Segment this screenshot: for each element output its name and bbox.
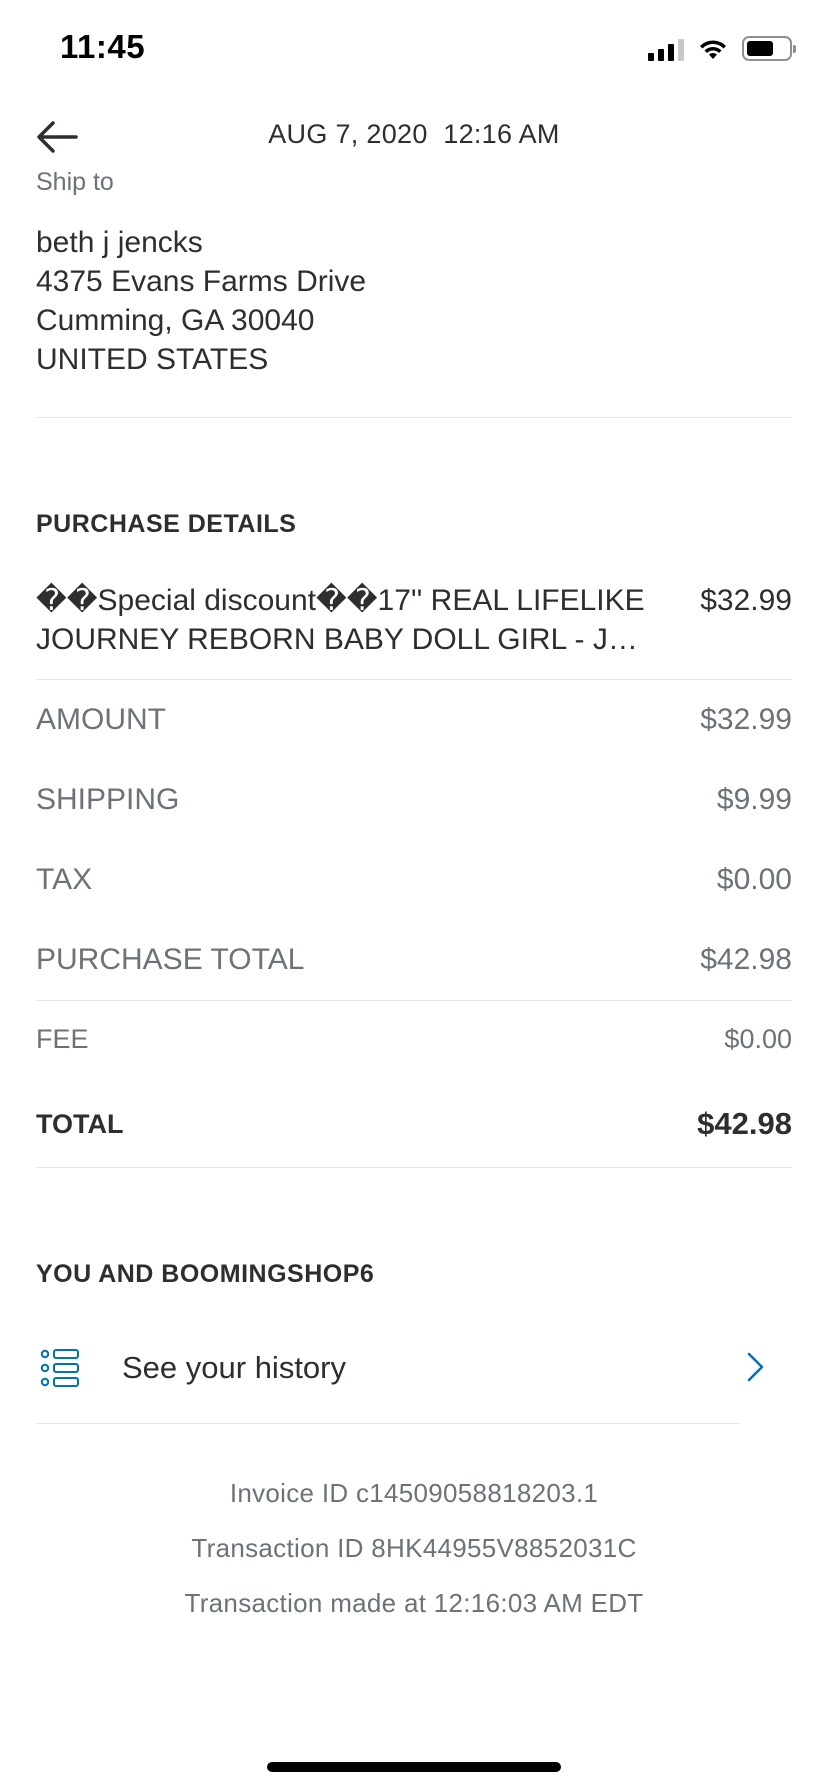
total-label: TOTAL xyxy=(36,1108,124,1139)
item-description-line1: ��Special discount��17'' REAL LIFELIKE xyxy=(36,584,645,617)
divider xyxy=(36,1167,792,1168)
tax-row: TAX $0.00 xyxy=(36,840,792,920)
transaction-date: AUG 7, 2020 12:16 AM xyxy=(268,119,560,149)
purchase-total-label: PURCHASE TOTAL xyxy=(36,943,305,976)
tax-value: $0.00 xyxy=(716,863,792,896)
item-description: ��Special discount��17'' REAL LIFELIKE J… xyxy=(36,581,656,659)
home-indicator[interactable] xyxy=(267,1762,561,1772)
amount-row: AMOUNT $32.99 xyxy=(36,680,792,760)
see-history-label: See your history xyxy=(122,1350,346,1385)
fee-label: FEE xyxy=(36,1023,89,1054)
total-row: TOTAL $42.98 xyxy=(36,1077,792,1171)
wifi-icon xyxy=(700,39,726,59)
total-value: $42.98 xyxy=(697,1106,792,1141)
item-price: $32.99 xyxy=(700,584,792,617)
transaction-time: Transaction made at 12:16:03 AM EDT xyxy=(184,1588,644,1618)
list-icon xyxy=(40,1349,79,1387)
battery-icon xyxy=(742,36,796,61)
see-history-button[interactable]: See your history xyxy=(36,1313,764,1423)
purchase-total-row: PURCHASE TOTAL $42.98 xyxy=(36,920,792,1000)
street-address: 4375 Evans Farms Drive xyxy=(36,265,367,298)
transaction-id: Transaction ID 8HK44955V8852031C xyxy=(191,1533,637,1563)
header: AUG 7, 2020 12:16 AM xyxy=(0,100,828,170)
cellular-signal-icon xyxy=(648,37,684,61)
fee-value: $0.00 xyxy=(724,1023,792,1054)
ship-to-label: Ship to xyxy=(36,168,114,196)
shipping-value: $9.99 xyxy=(716,783,792,816)
status-time: 11:45 xyxy=(60,28,146,65)
chevron-right-icon xyxy=(747,1352,764,1382)
shipping-row: SHIPPING $9.99 xyxy=(36,760,792,840)
purchase-item[interactable]: ��Special discount��17'' REAL LIFELIKE J… xyxy=(36,581,792,659)
amount-label: AMOUNT xyxy=(36,703,166,736)
shipping-address: beth j jencks 4375 Evans Farms Drive Cum… xyxy=(36,223,792,379)
content: Ship to beth j jencks 4375 Evans Farms D… xyxy=(36,168,792,1631)
country: UNITED STATES xyxy=(36,343,269,376)
purchase-total-value: $42.98 xyxy=(700,943,792,976)
status-bar: 11:45 xyxy=(0,0,828,100)
divider xyxy=(36,417,792,418)
transaction-details-screen: 11:45 AUG 7, 2020 12:16 AM Ship to beth … xyxy=(0,0,828,1792)
fee-row: FEE $0.00 xyxy=(36,1001,792,1077)
invoice-id: Invoice ID c14509058818203.1 xyxy=(229,1478,599,1508)
shipping-label: SHIPPING xyxy=(36,783,180,816)
status-icons xyxy=(648,36,796,61)
amount-value: $32.99 xyxy=(700,703,792,736)
purchase-details-title: PURCHASE DETAILS xyxy=(36,510,297,538)
transaction-meta: Invoice ID c14509058818203.1 Transaction… xyxy=(0,1466,828,1631)
divider xyxy=(36,1423,740,1424)
city-state-zip: Cumming, GA 30040 xyxy=(36,304,315,337)
tax-label: TAX xyxy=(36,863,93,896)
relationship-title: YOU AND BOOMINGSHOP6 xyxy=(36,1260,375,1288)
recipient-name: beth j jencks xyxy=(36,226,203,259)
item-description-line2: JOURNEY REBORN BABY DOLL GIRL - JOU... xyxy=(36,623,656,656)
